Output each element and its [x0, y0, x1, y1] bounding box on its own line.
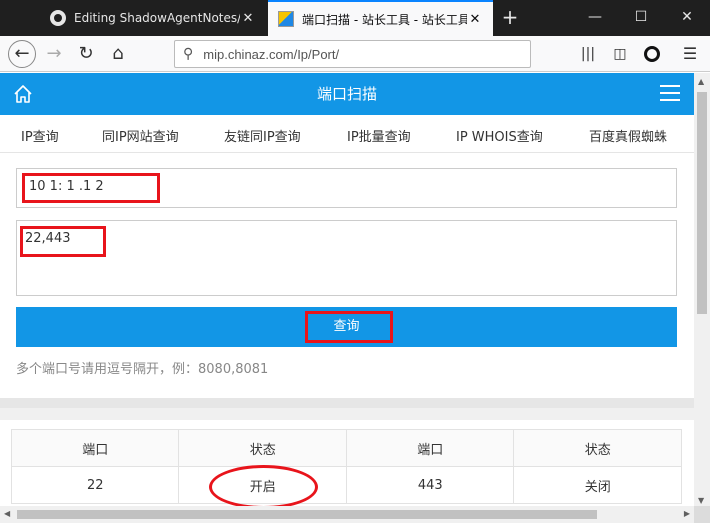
scrollbar-corner	[694, 506, 710, 523]
page-title: 端口扫描	[316, 85, 377, 103]
nav-baidu-spider[interactable]: 百度真假蜘蛛	[589, 126, 667, 145]
tab-github[interactable]: Editing ShadowAgentNotes/vul ✕	[40, 0, 266, 36]
scroll-up-icon[interactable]: ▲	[698, 77, 704, 86]
annotation-box	[22, 173, 160, 203]
new-tab-button[interactable]: +	[498, 6, 522, 30]
address-bar[interactable]: ⚲ mip.chinaz.com/Ip/Port/	[174, 40, 531, 68]
nav-same-ip-sites[interactable]: 同IP网站查询	[102, 126, 179, 145]
column-header: 状态	[513, 429, 682, 467]
window-close-icon[interactable]: ✕	[664, 0, 710, 36]
tool-nav: IP查询 同IP网站查询 友链同IP查询 IP批量查询 IP WHOIS查询 百…	[0, 115, 694, 153]
search-icon: ⚲	[183, 46, 194, 62]
site-header: 端口扫描	[0, 73, 694, 115]
tab-title: 端口扫描 - 站长工具 - 站长工具	[302, 12, 467, 27]
result-table: 端口 状态 端口 状态 22 开启 443 关闭	[10, 429, 682, 504]
section-divider	[0, 398, 694, 420]
annotation-ellipse	[209, 465, 318, 509]
scroll-down-icon[interactable]: ▼	[698, 496, 704, 505]
tab-title: Editing ShadowAgentNotes/vul	[74, 11, 240, 25]
annotation-box	[305, 311, 393, 343]
hamburger-menu-icon[interactable]: ☰	[676, 40, 704, 68]
library-icon[interactable]: |||	[574, 40, 602, 68]
menu-icon[interactable]	[660, 85, 680, 103]
back-arrow-icon[interactable]: ←	[8, 40, 36, 68]
chinaz-icon	[278, 11, 294, 27]
table-header-row: 端口 状态 端口 状态	[10, 429, 682, 467]
minimize-icon[interactable]: —	[572, 0, 618, 36]
nav-ip-query[interactable]: IP查询	[21, 126, 59, 145]
column-header: 状态	[178, 429, 347, 467]
maximize-icon[interactable]: ☐	[618, 0, 664, 36]
browser-toolbar: ← → ↻ ⌂ ⚲ mip.chinaz.com/Ip/Port/ ||| ◫ …	[0, 36, 710, 72]
nav-ip-batch[interactable]: IP批量查询	[347, 126, 411, 145]
annotation-box	[20, 226, 106, 257]
scroll-right-icon[interactable]: ▶	[684, 509, 690, 518]
tab-chinaz[interactable]: 端口扫描 - 站长工具 - 站长工具 ✕	[268, 0, 493, 36]
nav-ip-whois[interactable]: IP WHOIS查询	[456, 126, 543, 145]
column-header: 端口	[10, 429, 180, 467]
reload-icon[interactable]: ↻	[72, 40, 100, 68]
home-icon[interactable]: ⌂	[104, 40, 132, 68]
table-row: 22 开启 443 关闭	[10, 466, 682, 504]
port-cell: 22	[10, 466, 180, 504]
port-textarea[interactable]: 22,443	[16, 220, 677, 296]
browser-titlebar: Editing ShadowAgentNotes/vul ✕ 端口扫描 - 站长…	[0, 0, 710, 36]
account-icon[interactable]	[638, 40, 666, 68]
nav-link-same-ip[interactable]: 友链同IP查询	[224, 126, 301, 145]
vertical-scroll-thumb[interactable]	[697, 92, 707, 314]
forward-arrow-icon[interactable]: →	[40, 40, 68, 68]
horizontal-scroll-thumb[interactable]	[17, 510, 597, 519]
column-header: 端口	[345, 429, 515, 467]
url-text: mip.chinaz.com/Ip/Port/	[203, 46, 340, 62]
scroll-left-icon[interactable]: ◀	[4, 509, 10, 518]
sidebar-icon[interactable]: ◫	[606, 40, 634, 68]
port-cell: 443	[345, 466, 515, 504]
status-cell: 关闭	[513, 466, 682, 504]
github-icon	[50, 10, 66, 26]
close-icon[interactable]: ✕	[240, 11, 256, 26]
port-hint: 多个端口号请用逗号隔开，例：8080,8081	[16, 362, 269, 377]
close-icon[interactable]: ✕	[467, 12, 483, 27]
